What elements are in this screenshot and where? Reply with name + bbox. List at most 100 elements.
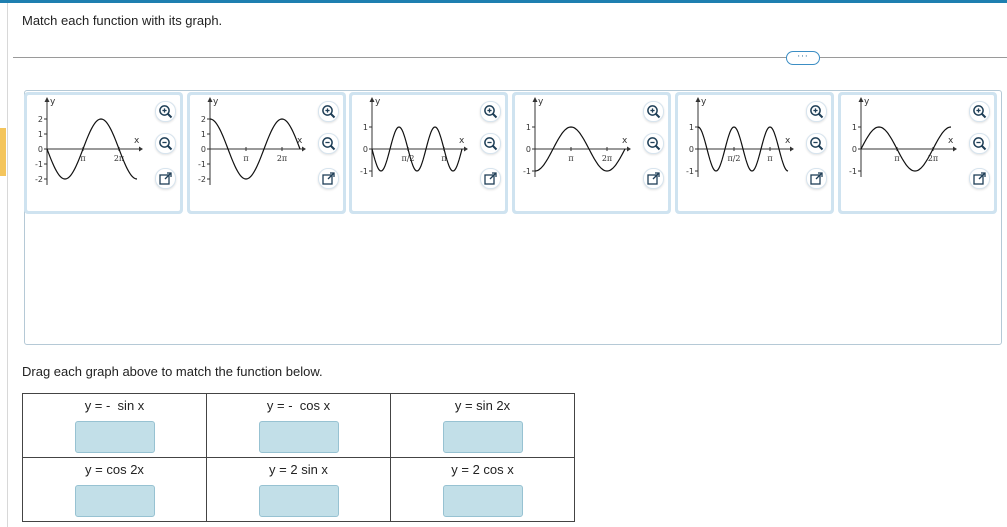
open-in-new-window-button[interactable] (480, 168, 501, 189)
x-axis-arrow (953, 146, 957, 152)
open-in-new-window-button[interactable] (643, 168, 664, 189)
y-tick-label: -1 (198, 160, 206, 169)
zoom-out-button[interactable] (806, 133, 827, 154)
y-axis-label: y (213, 97, 219, 107)
zoom-out-icon (159, 137, 173, 151)
drop-zone[interactable] (74, 485, 155, 517)
drop-zone[interactable] (74, 421, 155, 453)
y-tick-label: 2 (201, 115, 206, 124)
y-tick-label: 1 (526, 123, 531, 132)
graph-card[interactable]: y x 2 1 0 -1 -2 π 2π (24, 92, 183, 214)
zoom-in-button[interactable] (480, 101, 501, 122)
zoom-in-button[interactable] (969, 101, 990, 122)
zoom-in-button[interactable] (318, 101, 339, 122)
zoom-out-button[interactable] (969, 133, 990, 154)
x-tick-label: π/2 (727, 154, 740, 163)
top-accent-bar (0, 0, 1007, 3)
zoom-in-button[interactable] (643, 101, 664, 122)
y-tick-label: -1 (849, 167, 857, 176)
y-tick-label: -1 (360, 167, 368, 176)
match-cell: y = 2 cos x (390, 457, 575, 522)
more-button[interactable]: ··· (786, 51, 820, 65)
y-axis-arrow (695, 97, 701, 102)
function-label: y = sin 2x (454, 398, 511, 413)
open-in-new-window-icon (647, 172, 660, 185)
x-axis-arrow (302, 146, 306, 152)
y-axis-arrow (532, 97, 538, 102)
y-tick-label: 2 (38, 115, 43, 124)
open-in-new-window-button[interactable] (806, 168, 827, 189)
y-axis-arrow (369, 97, 375, 102)
zoom-in-button[interactable] (806, 101, 827, 122)
y-axis-label: y (864, 97, 870, 107)
zoom-out-icon (322, 137, 336, 151)
function-label: y = cos 2x (85, 462, 144, 477)
graph-card[interactable]: y x 1 0 -1 π/2 π (675, 92, 834, 214)
x-axis-label: x (459, 136, 465, 146)
drop-zone[interactable] (258, 485, 339, 517)
graph-card[interactable]: y x 1 0 -1 π 2π (838, 92, 997, 214)
y-axis-arrow (44, 97, 50, 102)
y-tick-label: 0 (38, 145, 43, 154)
open-in-new-window-button[interactable] (155, 168, 176, 189)
y-axis-label: y (538, 97, 544, 107)
open-in-new-window-icon (484, 172, 497, 185)
y-tick-label: 0 (201, 145, 206, 154)
y-tick-label: -1 (35, 160, 43, 169)
open-in-new-window-icon (159, 172, 172, 185)
zoom-out-button[interactable] (318, 133, 339, 154)
graph-plot: yx210-1-2π 2π (198, 97, 306, 185)
zoom-in-button[interactable] (155, 101, 176, 122)
open-in-new-window-button[interactable] (969, 168, 990, 189)
left-gutter (0, 3, 7, 527)
x-tick-label: 2π (602, 154, 612, 163)
y-tick-label: 0 (363, 145, 368, 154)
function-label: y = 2 cos x (451, 462, 514, 477)
graph-plot: y x 1 0 -1 π 2π (523, 97, 631, 177)
y-tick-label: 1 (689, 123, 694, 132)
y-tick-label: 0 (852, 145, 857, 154)
zoom-in-icon (484, 105, 498, 119)
y-tick-label: 1 (38, 130, 43, 139)
y-tick-label: 0 (689, 145, 694, 154)
y-tick-label: 1 (363, 123, 368, 132)
function-label: y = - sin x (84, 398, 145, 413)
y-tick-label: -2 (198, 175, 206, 184)
x-axis-arrow (627, 146, 631, 152)
y-tick-label: 1 (852, 123, 857, 132)
graph-card[interactable]: y x 2 1 0 -1 -2 π 2π (187, 92, 346, 214)
zoom-out-icon (484, 137, 498, 151)
open-in-new-window-icon (810, 172, 823, 185)
x-axis-label: x (948, 136, 954, 146)
zoom-out-button[interactable] (155, 133, 176, 154)
zoom-out-button[interactable] (480, 133, 501, 154)
graph-card[interactable]: y x 1 0 -1 π/2 π (349, 92, 508, 214)
left-divider-line (7, 3, 8, 527)
zoom-in-icon (647, 105, 661, 119)
match-cell: y = - sin x (22, 393, 207, 458)
zoom-out-icon (973, 137, 987, 151)
drag-instruction: Drag each graph above to match the funct… (22, 364, 323, 379)
drop-zone[interactable] (258, 421, 339, 453)
drop-zone[interactable] (442, 421, 523, 453)
question-instruction: Match each function with its graph. (22, 13, 223, 28)
match-cell: y = 2 sin x (206, 457, 391, 522)
match-cell: y = - cos x (206, 393, 391, 458)
open-in-new-window-button[interactable] (318, 168, 339, 189)
x-axis-arrow (139, 146, 143, 152)
match-table: y = - sin x y = - cos x y = sin 2x y = c… (22, 393, 575, 522)
x-axis-label: x (134, 136, 140, 146)
graph-plot: y x 1 0 -1 π/2 π (686, 97, 794, 177)
y-tick-label: 0 (526, 145, 531, 154)
x-axis-arrow (464, 146, 468, 152)
function-label: y = 2 sin x (269, 462, 328, 477)
graph-card[interactable]: y x 1 0 -1 π 2π (512, 92, 671, 214)
graph-plot: yx210-1-2π 2π (35, 97, 143, 185)
zoom-in-icon (810, 105, 824, 119)
y-tick-label: -1 (686, 167, 694, 176)
zoom-out-button[interactable] (643, 133, 664, 154)
open-in-new-window-icon (322, 172, 335, 185)
x-tick-label: π (894, 154, 899, 163)
x-tick-label: π (568, 154, 573, 163)
drop-zone[interactable] (442, 485, 523, 517)
